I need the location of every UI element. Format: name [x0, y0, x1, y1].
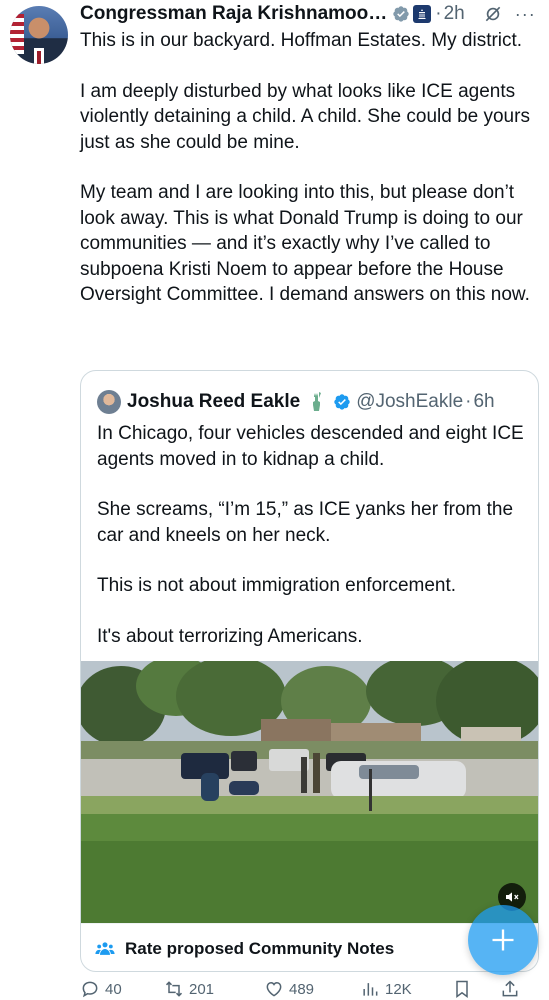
like-icon — [266, 981, 282, 997]
like-button[interactable]: 489 — [264, 979, 360, 999]
reply-button[interactable]: 40 — [80, 979, 164, 999]
quoted-tweet-time[interactable]: 6h — [473, 391, 494, 413]
tweet-header: Congressman Raja Krishnamoo… · 2h ··· — [80, 3, 536, 25]
tweet-body: This is in our backyard. Hoffman Estates… — [80, 28, 542, 333]
tweet-time[interactable]: 2h — [444, 3, 465, 25]
repost-count: 201 — [189, 980, 215, 998]
grok-icon[interactable] — [483, 4, 503, 24]
more-icon[interactable]: ··· — [515, 4, 536, 25]
quoted-paragraph: This is not about immigration enforcemen… — [97, 575, 457, 596]
verified-badge-icon[interactable] — [333, 393, 351, 411]
bookmark-icon — [456, 980, 468, 998]
quoted-tweet-header: Joshua Reed Eakle @JoshEakle · 6h — [97, 389, 495, 415]
bookmark-button[interactable] — [452, 979, 500, 999]
author-avatar[interactable] — [10, 6, 68, 64]
compose-button[interactable] — [468, 905, 538, 975]
affiliation-badge-icon[interactable] — [413, 5, 432, 23]
quoted-tweet[interactable]: Joshua Reed Eakle @JoshEakle · 6h In Chi… — [80, 370, 539, 972]
quoted-author-name[interactable]: Joshua Reed Eakle — [127, 391, 300, 413]
quoted-paragraph: It's about terrorizing Americans. — [97, 625, 363, 647]
action-bar: 40 201 489 12K — [80, 978, 542, 1000]
tweet-paragraph: I am deeply disturbed by what looks like… — [80, 80, 530, 153]
video-frame — [81, 661, 538, 923]
statue-of-liberty-icon — [305, 391, 327, 413]
like-count: 489 — [289, 980, 315, 998]
community-notes-label[interactable]: Rate proposed Community Notes — [125, 939, 394, 959]
quoted-author-avatar[interactable] — [97, 390, 121, 414]
flag-graphic — [10, 14, 24, 54]
author-name[interactable]: Congressman Raja Krishnamoo… — [80, 3, 387, 25]
compose-icon — [492, 929, 514, 951]
tweet-paragraph: This is in our backyard. Hoffman Estates… — [80, 30, 523, 51]
reply-count: 40 — [105, 980, 122, 998]
views-count: 12K — [385, 980, 412, 998]
reply-icon — [82, 981, 98, 998]
share-icon — [502, 980, 518, 997]
verified-badge-icon[interactable] — [392, 5, 410, 23]
quoted-paragraph: In Chicago, four vehicles descended and … — [97, 423, 524, 470]
quoted-paragraph: She screams, “I’m 15,” as ICE yanks her … — [97, 499, 514, 546]
video-player[interactable] — [81, 661, 538, 923]
quoted-author-handle[interactable]: @JoshEakle — [356, 391, 463, 413]
views-button[interactable]: 12K — [360, 979, 452, 999]
repost-button[interactable]: 201 — [164, 979, 264, 999]
quoted-tweet-body: In Chicago, four vehicles descended and … — [97, 421, 527, 674]
views-icon — [363, 983, 378, 996]
community-notes-icon — [95, 939, 115, 959]
repost-icon — [165, 981, 183, 997]
share-button[interactable] — [500, 979, 520, 999]
tweet-paragraph: My team and I are looking into this, but… — [80, 182, 530, 305]
